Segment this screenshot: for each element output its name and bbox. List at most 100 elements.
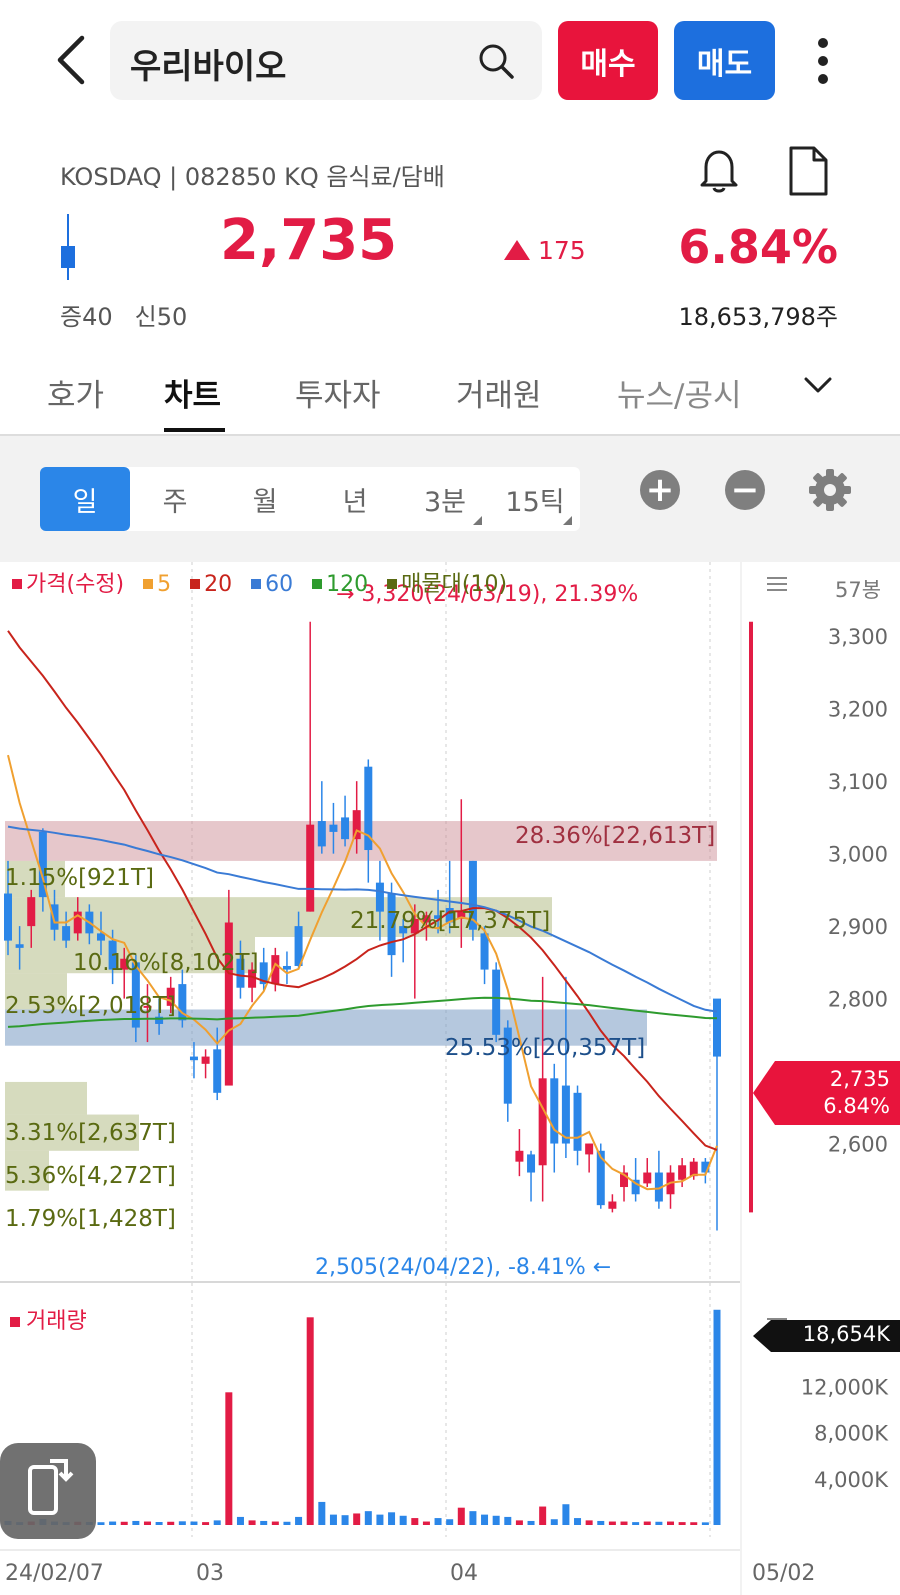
x-axis-tick: 04 xyxy=(450,1561,478,1586)
chart-menu-icon[interactable] xyxy=(767,576,787,592)
candle-body xyxy=(62,926,71,941)
more-menu-icon[interactable] xyxy=(816,36,830,86)
volume-bar xyxy=(457,1507,465,1525)
buy-button[interactable]: 매수 xyxy=(558,21,658,100)
chevron-down-icon[interactable] xyxy=(803,374,833,396)
volume-bar xyxy=(167,1521,175,1525)
volume-legend: 거래량 xyxy=(10,1303,87,1335)
tab-orderbook[interactable]: 호가 xyxy=(47,370,104,415)
legend-price: 가격(수정) xyxy=(26,572,125,597)
zoom-in-button[interactable]: + xyxy=(640,470,680,510)
y-axis-tick: 3,300 xyxy=(828,625,888,649)
tab-investor[interactable]: 투자자 xyxy=(295,370,381,415)
period-month[interactable]: 월 xyxy=(220,467,310,531)
candle-body xyxy=(317,821,326,847)
candle-body xyxy=(608,1201,617,1209)
volume-bar xyxy=(225,1392,233,1525)
volume-bar xyxy=(620,1521,628,1525)
volume-bar xyxy=(190,1521,198,1525)
dropdown-corner-icon xyxy=(563,516,572,525)
legend-swatch-profile xyxy=(387,579,398,589)
volume-bar xyxy=(701,1522,709,1525)
legend-ma120: 120 xyxy=(326,572,369,597)
volume-bar xyxy=(260,1520,268,1525)
candle-body xyxy=(224,922,233,1086)
zoom-out-button[interactable]: − xyxy=(725,470,765,510)
y-axis-tick: 3,100 xyxy=(828,770,888,794)
back-arrow-icon[interactable] xyxy=(50,30,94,90)
tab-broker[interactable]: 거래원 xyxy=(456,370,542,415)
legend-swatch-ma5 xyxy=(143,579,154,589)
period-3min[interactable]: 3분 xyxy=(400,467,490,531)
volume-profile-label: 5.36%[4,272T] xyxy=(5,1163,176,1189)
candle-body xyxy=(538,1078,547,1166)
volume-bar xyxy=(97,1522,105,1525)
volume-bar xyxy=(271,1521,279,1525)
volume-bar xyxy=(248,1520,256,1525)
volume-bar xyxy=(109,1521,117,1525)
tab-news[interactable]: 뉴스/공시 xyxy=(617,370,742,415)
price-change: 175 xyxy=(504,236,586,265)
stock-search-box[interactable]: 우리바이오 xyxy=(110,21,542,100)
volume-bar xyxy=(388,1512,396,1525)
candle-body xyxy=(282,965,291,970)
volume-legend-label: 거래량 xyxy=(26,1309,87,1334)
period-day[interactable]: 일 xyxy=(40,467,130,531)
change-rate: 6.84% xyxy=(678,220,838,274)
stock-name: 우리바이오 xyxy=(130,47,287,87)
legend-swatch-ma60 xyxy=(251,579,262,589)
volume-bar xyxy=(295,1516,303,1525)
period-3min-label: 3분 xyxy=(423,486,467,518)
volume-profile-label: 1.15%[921T] xyxy=(5,865,154,891)
volume-bar xyxy=(376,1514,384,1525)
candle-body xyxy=(201,1056,210,1064)
document-icon[interactable] xyxy=(786,145,830,197)
period-year[interactable]: 년 xyxy=(310,467,400,531)
candle-body xyxy=(643,1172,652,1184)
candle-body xyxy=(96,933,105,941)
candle-body xyxy=(4,893,12,941)
legend-ma60: 60 xyxy=(265,572,294,597)
volume-bar xyxy=(306,1317,314,1525)
tab-chart[interactable]: 차트 xyxy=(164,370,221,415)
volume-bar xyxy=(434,1518,442,1525)
volume-tag-text: 18,654K xyxy=(802,1322,890,1346)
volume-bar xyxy=(318,1501,326,1525)
volume-profile-label: 2.53%[2,018T] xyxy=(5,993,176,1019)
gear-icon[interactable] xyxy=(808,468,852,512)
volume-bar xyxy=(213,1520,221,1525)
volume-bar xyxy=(236,1516,244,1525)
volume-bar xyxy=(539,1506,547,1525)
candle-body xyxy=(573,1092,582,1151)
volume-profile-label: 10.16%[8,102T] xyxy=(73,950,259,976)
period-week[interactable]: 주 xyxy=(130,467,220,531)
volume-bar xyxy=(422,1521,430,1525)
volume-bar xyxy=(469,1511,477,1525)
volume-bar xyxy=(492,1515,500,1525)
price-tag-text: 2,735 6.84% xyxy=(823,1066,890,1120)
sell-button[interactable]: 매도 xyxy=(674,21,775,100)
period-15tick[interactable]: 15틱 xyxy=(490,467,580,531)
candle-body xyxy=(189,1056,198,1061)
x-axis-tick: 24/02/07 xyxy=(5,1561,104,1586)
volume-profile-label: 1.79%[1,428T] xyxy=(5,1206,176,1232)
rotate-screen-button[interactable] xyxy=(0,1443,96,1539)
candle-body xyxy=(492,969,501,1035)
candle-body xyxy=(329,824,338,832)
volume-bar xyxy=(643,1521,651,1525)
minus-icon: − xyxy=(730,470,760,510)
dropdown-corner-icon xyxy=(473,516,482,525)
search-icon[interactable] xyxy=(476,41,516,81)
candle-body xyxy=(678,1165,687,1180)
volume-legend-swatch xyxy=(10,1317,20,1327)
up-triangle-icon xyxy=(504,240,530,260)
volume-bar xyxy=(446,1519,454,1525)
price-change-value: 175 xyxy=(538,236,586,265)
candle-body xyxy=(341,817,350,840)
bell-icon[interactable] xyxy=(694,145,744,195)
volume-bar xyxy=(713,1309,721,1525)
volume-bar xyxy=(120,1521,128,1525)
period-selector: 일 주 월 년 3분 15틱 xyxy=(40,467,580,531)
bars-count: 57봉 xyxy=(835,578,882,602)
volume-bar xyxy=(132,1520,140,1525)
